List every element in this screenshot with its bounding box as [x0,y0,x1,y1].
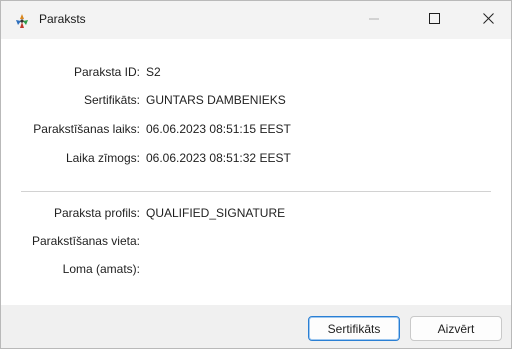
window-title: Paraksts [39,12,86,26]
signing-time-row: Parakstīšanas laiks: 06.06.2023 08:51:15… [1,120,511,140]
place-row: Parakstīšanas vieta: [1,232,511,252]
role-row: Loma (amats): [1,260,511,280]
signature-id-row: Paraksta ID: S2 [1,63,511,83]
signature-dialog: Paraksts Paraksta ID: S2 Sertifikāts: GU… [0,0,512,349]
maximize-button[interactable] [411,1,457,39]
signature-details: Paraksta ID: S2 Sertifikāts: GUNTARS DAM… [1,39,511,305]
section-divider [21,191,491,192]
profile-value: QUALIFIED_SIGNATURE [146,206,286,220]
profile-label: Paraksta profils: [53,206,140,220]
app-logo-icon [14,13,30,29]
signature-id-value: S2 [146,65,161,79]
title-bar[interactable]: Paraksts [1,1,511,39]
role-label: Loma (amats): [62,262,140,276]
signing-time-label: Parakstīšanas laiks: [33,122,140,136]
signing-time-value: 06.06.2023 08:51:15 EEST [146,122,291,136]
timestamp-row: Laika zīmogs: 06.06.2023 08:51:32 EEST [1,149,511,169]
timestamp-label: Laika zīmogs: [65,151,140,165]
certificate-row: Sertifikāts: GUNTARS DAMBENIEKS [1,91,511,111]
certificate-label: Sertifikāts: [83,93,140,107]
profile-row: Paraksta profils: QUALIFIED_SIGNATURE [1,204,511,224]
close-window-button[interactable] [465,1,511,39]
certificate-button[interactable]: Sertifikāts [308,316,400,341]
minimize-icon [369,11,379,29]
close-button[interactable]: Aizvērt [410,316,502,341]
certificate-value: GUNTARS DAMBENIEKS [146,93,286,107]
timestamp-value: 06.06.2023 08:51:32 EEST [146,151,291,165]
close-icon [482,11,494,29]
signature-id-label: Paraksta ID: [73,65,140,79]
minimize-button[interactable] [351,1,397,39]
maximize-icon [428,11,440,29]
place-label: Parakstīšanas vieta: [31,234,140,248]
dialog-footer: Sertifikāts Aizvērt [1,305,511,348]
